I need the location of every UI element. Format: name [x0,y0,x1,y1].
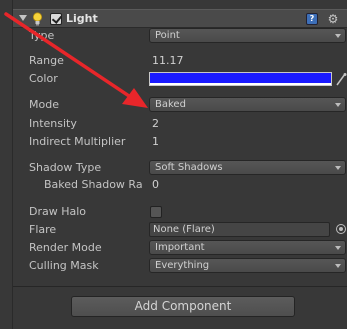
shadow-type-dropdown[interactable]: Soft Shadows [149,160,346,175]
flare-label: Flare [29,223,57,236]
dropdown-arrow-icon [335,246,341,250]
type-dropdown[interactable]: Point [149,28,346,43]
type-row: Type Point [13,28,347,44]
range-field[interactable]: 11.17 [149,53,346,68]
shadow-type-value: Soft Shadows [155,162,223,173]
render-mode-value: Important [155,242,205,253]
culling-mask-row: Culling Mask Everything [13,258,347,274]
mode-value: Baked [155,99,186,110]
light-bulb-icon [32,12,43,26]
baked-shadow-radius-label: Baked Shadow Ra [44,178,143,191]
foldout-arrow-icon[interactable] [19,15,27,21]
mode-dropdown[interactable]: Baked [149,97,346,112]
range-label: Range [29,54,64,67]
gear-icon[interactable]: ⚙ [326,12,340,26]
intensity-label: Intensity [29,117,77,130]
draw-halo-row: Draw Halo [13,204,347,220]
type-value: Point [155,30,180,41]
draw-halo-checkbox[interactable] [150,206,162,218]
indirect-multiplier-row: Indirect Multiplier 1 [13,134,347,150]
intensity-field[interactable]: 2 [149,116,346,131]
render-mode-dropdown[interactable]: Important [149,240,346,255]
type-label: Type [29,29,55,42]
color-label: Color [29,72,58,85]
dropdown-arrow-icon [335,103,341,107]
dropdown-arrow-icon [335,264,341,268]
help-book-icon[interactable]: ? [306,13,318,25]
indirect-multiplier-label: Indirect Multiplier [29,135,126,148]
flare-row: Flare None (Flare) [13,222,347,238]
render-mode-label: Render Mode [29,241,102,254]
component-title: Light [66,12,98,25]
baked-shadow-radius-field[interactable]: 0 [149,177,346,192]
culling-mask-dropdown[interactable]: Everything [149,258,346,273]
draw-halo-label: Draw Halo [29,205,87,218]
culling-mask-value: Everything [155,260,210,271]
range-row: Range 11.17 [13,53,347,69]
component-separator [13,286,347,287]
shadow-type-label: Shadow Type [29,161,102,174]
render-mode-row: Render Mode Important [13,240,347,256]
color-row: Color [13,71,347,87]
light-component-header[interactable]: Light ? ⚙ [13,9,347,28]
culling-mask-label: Culling Mask [29,259,99,272]
mode-label: Mode [29,98,59,111]
intensity-row: Intensity 2 [13,116,347,132]
object-picker-icon[interactable] [336,224,346,234]
add-component-button[interactable]: Add Component [71,296,295,317]
color-swatch[interactable] [149,72,332,86]
eyedropper-icon[interactable] [335,72,347,86]
inspector-panel: Light ? ⚙ Type Point Range 11.17 Color M… [12,0,347,329]
dropdown-arrow-icon [335,34,341,38]
flare-object-field[interactable]: None (Flare) [149,222,330,237]
mode-row: Mode Baked [13,97,347,113]
dropdown-arrow-icon [335,166,341,170]
color-alpha-bar [150,83,331,85]
shadow-type-row: Shadow Type Soft Shadows [13,160,347,176]
baked-shadow-radius-row: Baked Shadow Ra 0 [13,177,347,193]
indirect-multiplier-field[interactable]: 1 [149,134,346,149]
component-enabled-checkbox[interactable] [50,13,62,25]
